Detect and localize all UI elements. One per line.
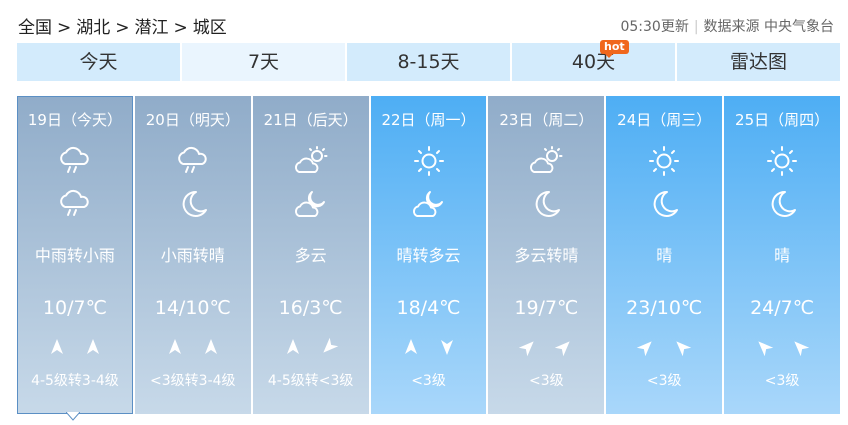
cloudy-night-icon: [412, 191, 443, 217]
tab-label: 雷达图: [729, 51, 787, 73]
weather-description: 小雨转晴: [160, 246, 225, 265]
rain-cloud-icon: [177, 146, 207, 173]
partly-cloudy-icon: [530, 146, 563, 173]
wind-level: <3级: [646, 373, 682, 389]
breadcrumb-district[interactable]: 城区: [193, 18, 227, 38]
rain-cloud-icon: [60, 146, 89, 173]
wind-directions: [253, 336, 369, 358]
tab-label: 8-15天: [397, 51, 460, 73]
temperature-range: 19/7℃: [514, 297, 579, 319]
wind-north-icon: [168, 339, 181, 354]
breadcrumb-separator: >: [173, 18, 188, 38]
wind-northeast-icon: [519, 341, 535, 357]
tab-label: 7天: [247, 51, 280, 73]
rain-cloud-icon: [60, 189, 89, 216]
breadcrumb: 全国 > 湖北 > 潜江 > 城区: [18, 13, 227, 38]
sun-icon: [649, 146, 680, 176]
weather-description: 多云转晴: [514, 246, 579, 265]
moon-icon: [771, 190, 797, 217]
wind-southwest-icon: [322, 337, 338, 353]
forecast-day[interactable]: 22日（周一） 晴转多云 18/4℃ <3级: [370, 96, 487, 414]
wind-directions: [17, 336, 133, 358]
wind-level: <3级转3-4级: [150, 373, 236, 389]
forecast-day[interactable]: 23日（周二） 多云转晴 19/7℃ <3级: [488, 96, 605, 414]
wind-directions: [606, 336, 722, 358]
tab-label: 今天: [79, 51, 118, 73]
forecast-day[interactable]: 19日（今天） 中雨转小雨 10/7℃ 4-5级转3-4级: [17, 96, 133, 414]
tab-radar[interactable]: 雷达图: [677, 43, 840, 81]
moon-icon: [535, 190, 561, 217]
header-bar: 全国 > 湖北 > 潜江 > 城区 05:30更新 | 数据来源 中央气象台: [0, 0, 848, 44]
wind-directions: [371, 336, 487, 358]
partly-cloudy-icon: [294, 146, 328, 173]
forecast-day[interactable]: 20日（明天） 小雨转晴 14/10℃ <3级转3-4级: [134, 96, 251, 414]
tab-today[interactable]: 今天: [17, 43, 180, 81]
wind-south-icon: [440, 340, 453, 355]
forecast-day[interactable]: 21日（后天） 多云 16/3℃ 4-5级转<3级: [252, 96, 369, 414]
wind-level: 4-5级转<3级: [267, 373, 354, 389]
data-source: 数据来源 中央气象台: [703, 19, 834, 35]
forecast-date: 24日（周三）: [617, 111, 712, 129]
forecast-date: 19日（今天）: [27, 111, 122, 129]
update-info: 05:30更新 | 数据来源 中央气象台: [620, 16, 834, 36]
forecast-day[interactable]: 24日（周三） 晴 23/10℃ <3级: [606, 96, 723, 414]
moon-icon: [653, 190, 679, 217]
temperature-range: 14/10℃: [154, 297, 231, 319]
wind-northwest-icon: [676, 341, 692, 357]
forecast-tabs: 今天 7天 8-15天 40天 hot 雷达图: [17, 40, 840, 81]
breadcrumb-country[interactable]: 全国: [18, 18, 52, 38]
wind-directions: [135, 336, 251, 358]
weather-description: 晴转多云: [396, 246, 461, 265]
wind-level: <3级: [411, 373, 446, 389]
temperature-range: 23/10℃: [626, 297, 703, 319]
wind-north-icon: [50, 339, 63, 354]
wind-level: <3级: [529, 373, 564, 389]
temperature-range: 24/7℃: [750, 297, 815, 319]
wind-north-icon: [86, 339, 99, 354]
divider: |: [693, 19, 699, 35]
wind-northeast-icon: [637, 341, 652, 357]
weather-description: 中雨转小雨: [34, 246, 115, 265]
update-time: 05:30更新: [620, 19, 689, 35]
tab-7-days[interactable]: 7天: [182, 43, 345, 81]
wind-northwest-icon: [794, 341, 810, 357]
temperature-range: 10/7℃: [42, 297, 107, 319]
selected-day-pointer-icon: [66, 412, 80, 421]
wind-northwest-icon: [758, 341, 774, 357]
forecast-date: 22日（周一）: [381, 111, 476, 129]
forecast-date: 25日（周四）: [735, 111, 830, 129]
forecast-date: 23日（周二）: [499, 111, 594, 129]
cloudy-night-icon: [294, 191, 325, 217]
forecast-date: 20日（明天）: [145, 111, 240, 129]
tab-8-15-days[interactable]: 8-15天: [347, 43, 510, 81]
tab-40-days[interactable]: 40天 hot: [512, 40, 675, 81]
forecast-date: 21日（后天）: [263, 111, 358, 129]
weather-description: 晴: [774, 246, 791, 265]
breadcrumb-separator: >: [115, 18, 130, 38]
temperature-range: 18/4℃: [396, 297, 461, 319]
weather-description: 晴: [656, 246, 673, 265]
sun-icon: [767, 146, 798, 176]
moon-icon: [182, 190, 207, 217]
weather-description: 多云: [294, 246, 327, 265]
sun-icon: [413, 146, 444, 176]
wind-level: <3级: [764, 373, 800, 389]
breadcrumb-separator: >: [57, 18, 72, 38]
wind-level: 4-5级转3-4级: [31, 373, 119, 389]
breadcrumb-city[interactable]: 潜江: [135, 18, 169, 38]
wind-north-icon: [404, 339, 417, 354]
wind-north-icon: [204, 339, 217, 354]
wind-directions: [724, 336, 840, 358]
hot-badge: hot: [600, 40, 629, 58]
wind-directions: [488, 336, 604, 358]
temperature-range: 16/3℃: [278, 297, 343, 319]
forecast-day[interactable]: 25日（周四） 晴 24/7℃ <3级: [724, 96, 841, 414]
breadcrumb-province[interactable]: 湖北: [76, 18, 110, 38]
wind-north-icon: [286, 339, 299, 354]
wind-northeast-icon: [555, 341, 571, 357]
seven-day-forecast: 19日（今天） 中雨转小雨 10/7℃ 4-5级转3-4级 20日（明天） 小雨转晴 14/…: [17, 96, 841, 414]
